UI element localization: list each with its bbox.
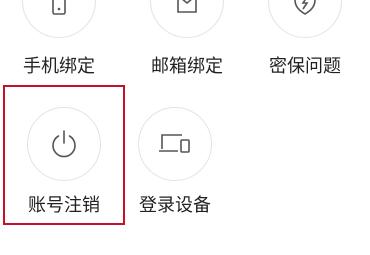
devices-icon xyxy=(159,134,190,153)
email-binding-circle[interactable] xyxy=(150,0,224,38)
security-question-label: 密保问题 xyxy=(269,56,341,77)
phone-binding-label: 手机绑定 xyxy=(23,56,95,77)
email-binding-label: 邮箱绑定 xyxy=(151,56,223,77)
power-icon xyxy=(52,130,76,158)
mail-icon xyxy=(177,0,197,13)
security-question-circle[interactable] xyxy=(268,0,342,38)
login-devices-label: 登录设备 xyxy=(139,195,211,216)
account-cancel-label: 账号注销 xyxy=(28,195,100,216)
phone-icon xyxy=(52,0,66,15)
account-cancel-circle[interactable] xyxy=(27,107,101,181)
login-devices-circle[interactable] xyxy=(138,107,212,181)
phone-binding-circle[interactable] xyxy=(22,0,96,38)
shield-question-icon xyxy=(294,0,316,15)
